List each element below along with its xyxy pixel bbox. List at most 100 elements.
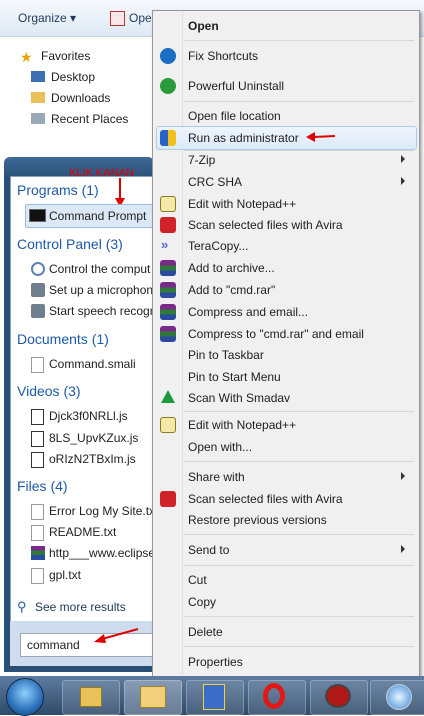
see-more-results-link[interactable]: See more results xyxy=(35,600,126,614)
fix-shortcuts-icon xyxy=(160,48,176,64)
archive-icon xyxy=(31,546,45,560)
avira-icon xyxy=(160,217,176,233)
result-item[interactable]: Control the comput xyxy=(49,262,154,276)
nav-favorites[interactable]: Favorites xyxy=(41,49,90,63)
open-button[interactable]: Ope xyxy=(129,11,152,25)
menu-share-with[interactable]: Share with xyxy=(188,470,245,484)
menu-separator xyxy=(184,534,414,535)
network-icon xyxy=(203,684,225,710)
menu-powerful-uninstall[interactable]: Powerful Uninstall xyxy=(188,79,284,93)
menu-crc-sha[interactable]: CRC SHA xyxy=(188,175,242,189)
menu-teracopy[interactable]: TeraCopy... xyxy=(188,239,248,253)
menu-open[interactable]: Open xyxy=(188,19,219,33)
winrar-icon xyxy=(160,260,176,276)
category-documents: Documents (1) xyxy=(17,331,109,347)
js-file-icon xyxy=(31,452,44,468)
submenu-arrow-icon xyxy=(401,545,405,553)
category-programs: Programs (1) xyxy=(17,182,99,198)
menu-copy[interactable]: Copy xyxy=(188,595,216,609)
menu-edit-notepadpp-2[interactable]: Edit with Notepad++ xyxy=(188,418,296,432)
result-item[interactable]: README.txt xyxy=(49,525,154,539)
menu-separator xyxy=(184,411,414,412)
nav-downloads[interactable]: Downloads xyxy=(51,91,110,105)
text-file-icon xyxy=(31,504,44,520)
menu-restore-previous-versions[interactable]: Restore previous versions xyxy=(188,513,327,527)
menu-separator xyxy=(184,461,414,462)
result-item[interactable]: Command.smali xyxy=(49,357,154,371)
menu-separator xyxy=(184,646,414,647)
menu-add-to-archive[interactable]: Add to archive... xyxy=(188,261,275,275)
downloads-icon xyxy=(31,92,45,103)
result-item[interactable]: gpl.txt xyxy=(49,568,154,582)
recent-places-icon xyxy=(31,113,45,124)
library-folder-icon xyxy=(140,686,166,708)
speech-icon xyxy=(31,304,45,318)
notepadpp-icon xyxy=(160,196,176,212)
result-item[interactable]: oRIzN2TBxIm.js xyxy=(49,452,154,466)
cmd-icon xyxy=(29,209,46,222)
category-files: Files (4) xyxy=(17,478,68,494)
menu-open-with[interactable]: Open with... xyxy=(188,440,252,454)
menu-delete[interactable]: Delete xyxy=(188,625,223,639)
result-item[interactable]: Start speech recogn xyxy=(49,304,154,318)
menu-send-to[interactable]: Send to xyxy=(188,543,229,557)
start-orb-icon[interactable] xyxy=(6,678,44,716)
result-item[interactable]: 8LS_UpvKZux.js xyxy=(49,431,154,445)
star-icon: ★ xyxy=(20,49,33,65)
submenu-arrow-icon xyxy=(401,155,405,163)
open-icon xyxy=(110,11,125,26)
compass-icon xyxy=(386,684,412,710)
menu-pin-taskbar[interactable]: Pin to Taskbar xyxy=(188,348,264,362)
category-videos: Videos (3) xyxy=(17,383,81,399)
menu-pin-start-menu[interactable]: Pin to Start Menu xyxy=(188,370,281,384)
menu-separator xyxy=(184,616,414,617)
avira-icon xyxy=(160,491,176,507)
result-item[interactable]: Error Log My Site.txt xyxy=(49,504,154,518)
menu-compress-email[interactable]: Compress and email... xyxy=(188,305,308,319)
microphone-icon xyxy=(31,283,45,297)
submenu-arrow-icon xyxy=(401,472,405,480)
menu-fix-shortcuts[interactable]: Fix Shortcuts xyxy=(188,49,258,63)
document-icon xyxy=(31,357,44,373)
winrar-icon xyxy=(160,282,176,298)
submenu-arrow-icon xyxy=(401,177,405,185)
winrar-icon xyxy=(160,326,176,342)
menu-cut[interactable]: Cut xyxy=(188,573,207,587)
menu-7zip[interactable]: 7-Zip xyxy=(188,153,215,167)
desktop-icon xyxy=(31,71,45,82)
menu-open-file-location[interactable]: Open file location xyxy=(188,109,281,123)
js-file-icon xyxy=(31,431,44,447)
speedometer-icon xyxy=(325,684,351,708)
winrar-icon xyxy=(160,304,176,320)
result-item[interactable]: Djck3f0NRLl.js xyxy=(49,409,154,423)
smadav-icon xyxy=(161,390,175,403)
nav-desktop[interactable]: Desktop xyxy=(51,70,95,84)
text-file-icon xyxy=(31,525,44,541)
menu-separator xyxy=(184,40,414,41)
nav-recent-places[interactable]: Recent Places xyxy=(51,112,128,126)
uac-shield-icon xyxy=(160,130,176,146)
menu-run-as-administrator[interactable]: Run as administrator xyxy=(188,131,299,145)
menu-properties[interactable]: Properties xyxy=(188,655,243,669)
context-menu-gutter xyxy=(182,11,183,675)
annotation-arrow-left-icon xyxy=(94,628,139,643)
result-label: Command Prompt xyxy=(49,209,147,223)
menu-scan-avira-2[interactable]: Scan selected files with Avira xyxy=(188,492,343,506)
menu-scan-avira[interactable]: Scan selected files with Avira xyxy=(188,218,343,232)
menu-scan-smadav[interactable]: Scan With Smadav xyxy=(188,391,290,405)
menu-separator xyxy=(184,565,414,566)
annotation-arrow-left-icon xyxy=(306,132,336,142)
menu-add-to-cmd-rar[interactable]: Add to "cmd.rar" xyxy=(188,283,275,297)
menu-separator xyxy=(184,101,414,102)
uninstall-icon xyxy=(160,78,176,94)
organize-button[interactable]: Organize ▾ xyxy=(18,11,76,25)
search-input-value: command xyxy=(27,638,80,652)
magnifier-icon: ⚲ xyxy=(17,599,27,614)
js-file-icon xyxy=(31,409,44,425)
menu-compress-cmd-rar-email[interactable]: Compress to "cmd.rar" and email xyxy=(188,327,364,341)
teracopy-icon: » xyxy=(161,237,169,252)
menu-edit-notepadpp[interactable]: Edit with Notepad++ xyxy=(188,197,296,211)
result-item[interactable]: http___www.eclipse xyxy=(49,546,154,560)
result-item[interactable]: Set up a microphon xyxy=(49,283,154,297)
menu-separator xyxy=(184,150,414,151)
